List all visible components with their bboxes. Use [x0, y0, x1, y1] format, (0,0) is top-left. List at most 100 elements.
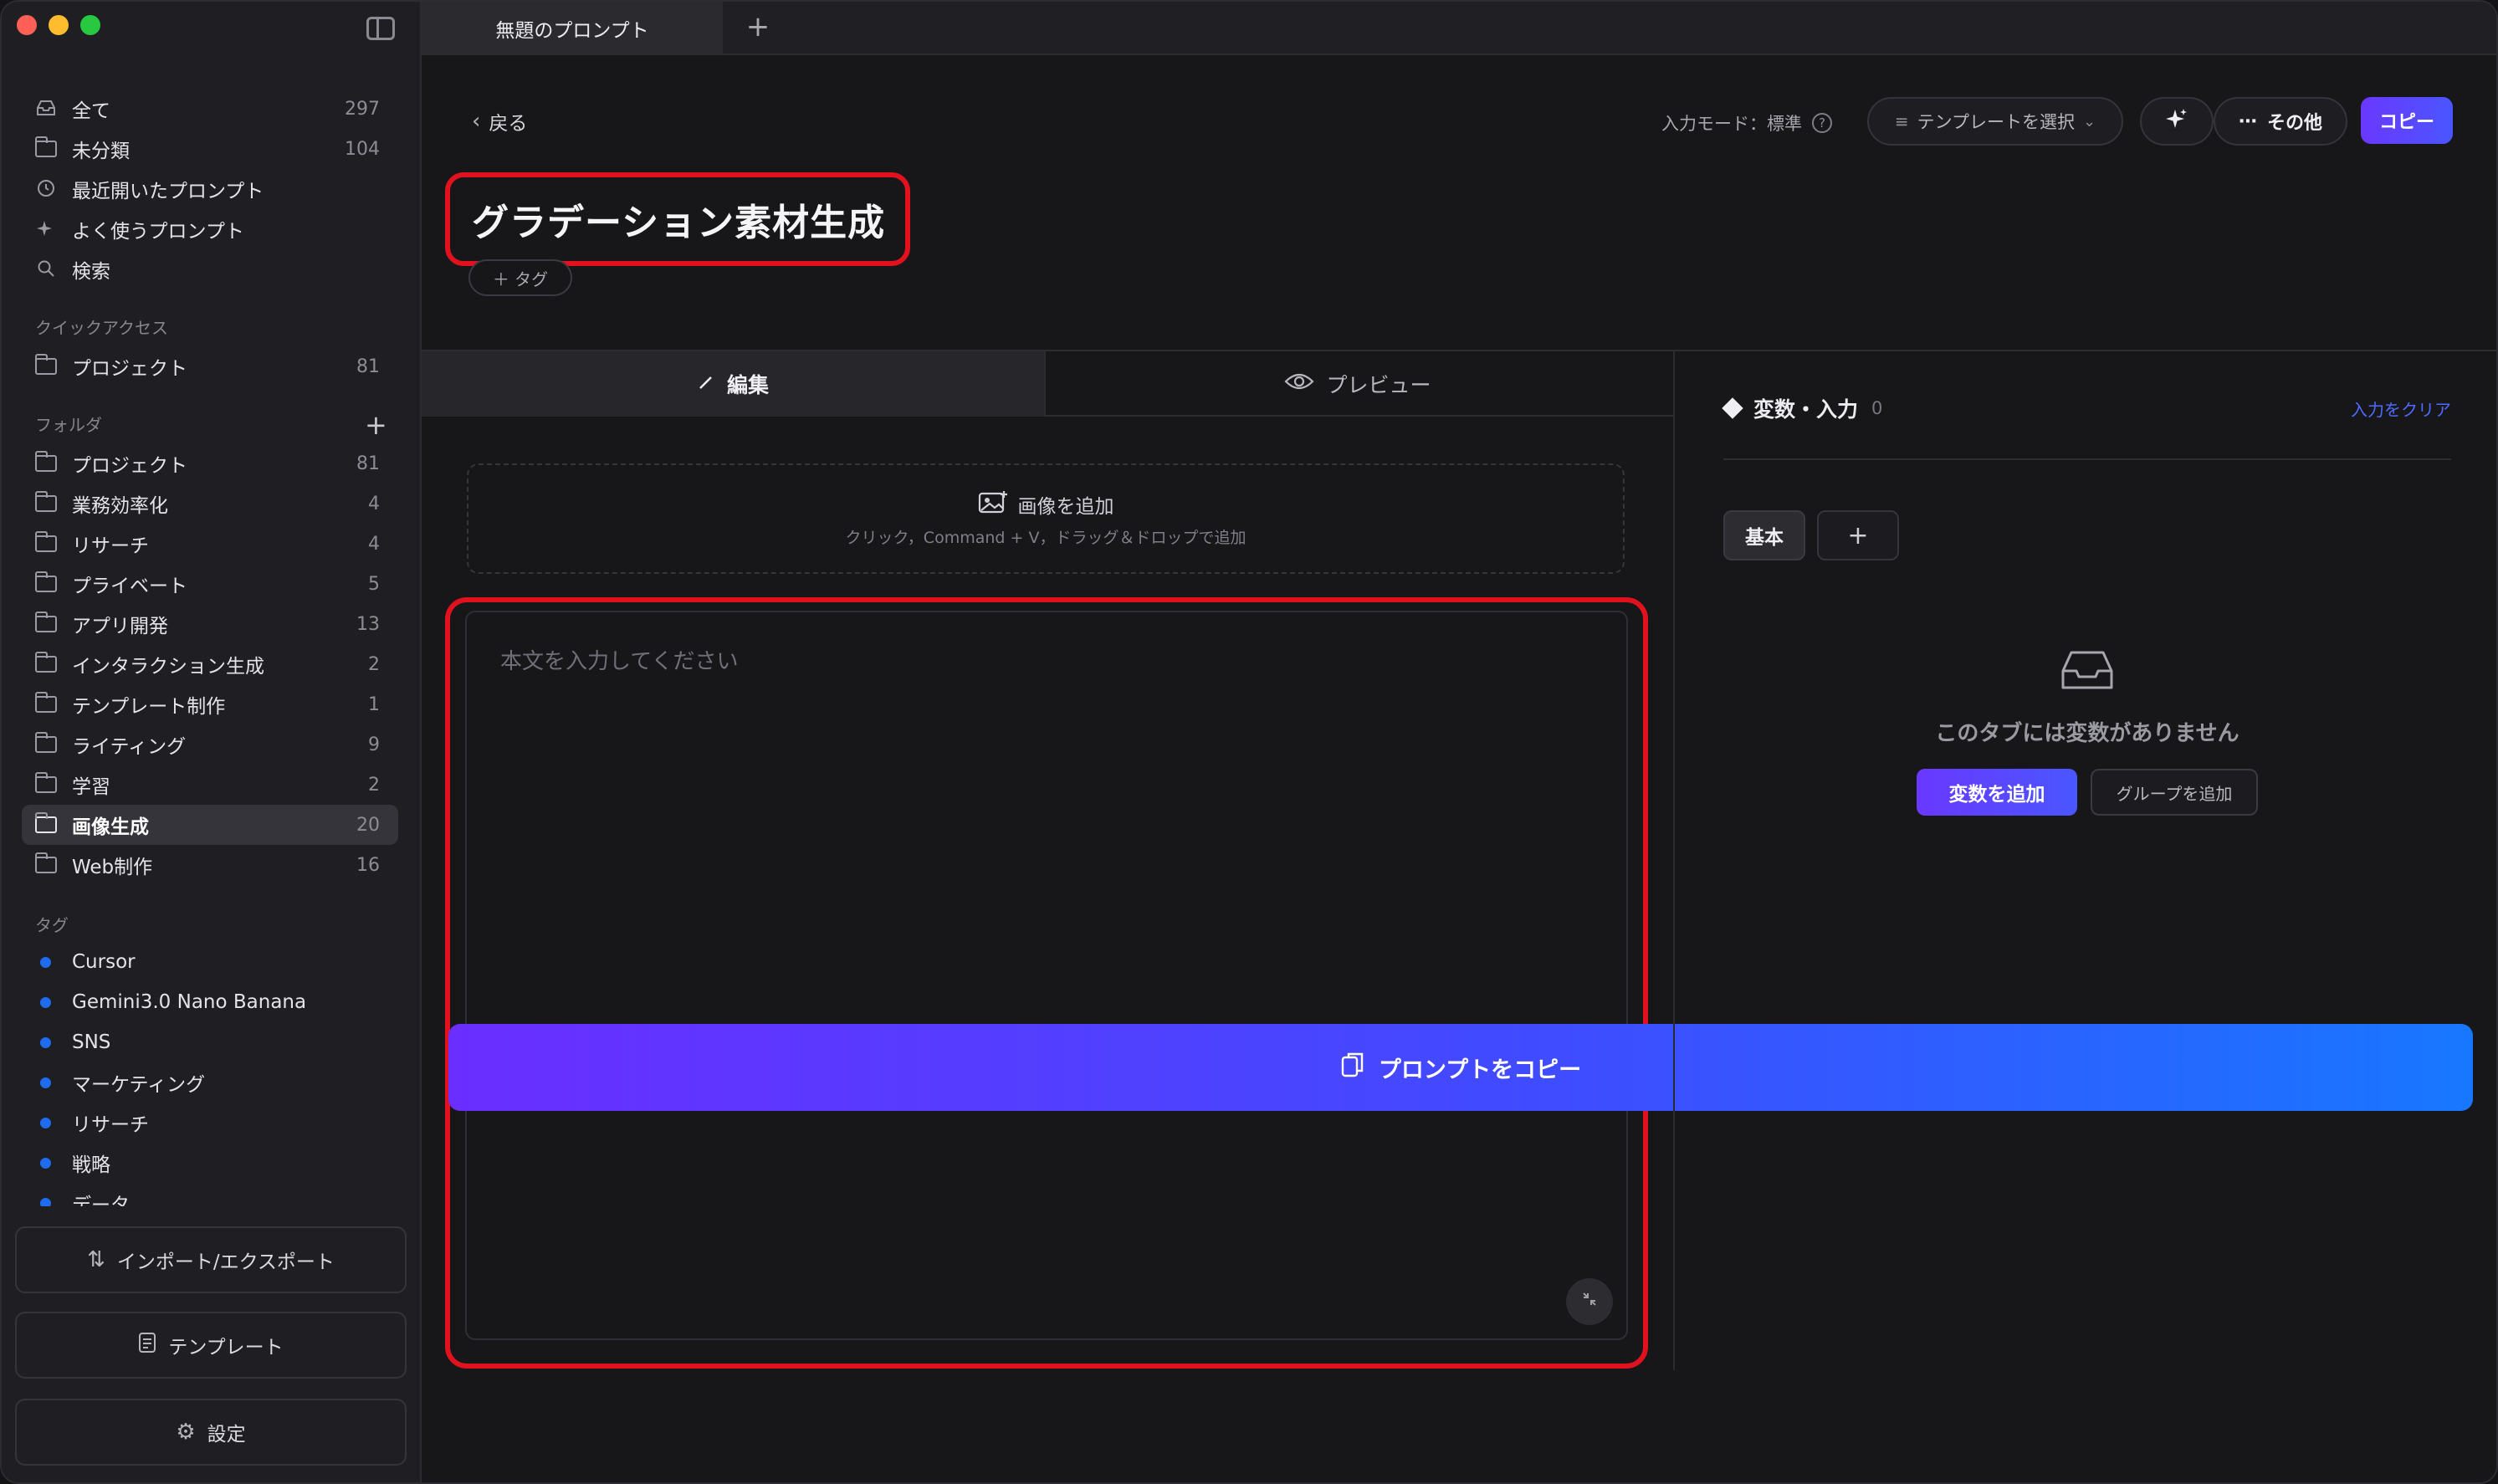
nav-label: 最近開いたプロンプト: [72, 181, 264, 202]
quick-access-heading: クイックアクセス: [35, 318, 168, 338]
folder-item[interactable]: インタラクション生成 2: [22, 644, 398, 684]
sidebar: 全て 297 未分類 104 最近開いたプロンプト よく使うプロンプト 検索 ク…: [2, 2, 422, 1482]
tag-label: マーケティング: [72, 1074, 206, 1096]
tag-label: SNS: [72, 1031, 111, 1053]
main-area: 無題のプロンプト + ‹ 戻る 入力モード：標準 ? ≡ テンプレートを選択 ⌄…: [422, 2, 2496, 1482]
add-variable-button[interactable]: 変数を追加: [1917, 769, 2077, 816]
clear-input-link[interactable]: 入力をクリア: [2351, 397, 2451, 421]
prompt-body-textarea[interactable]: 本文を入力してください: [465, 611, 1628, 1340]
folder-list: プロジェクト 81 業務効率化 4 リサーチ 4 プライベート 5 アプリ開発 13 イン…: [22, 443, 398, 885]
folder-item[interactable]: リサーチ 4: [22, 524, 398, 564]
folder-item[interactable]: 学習 2: [22, 765, 398, 805]
template-label: テンプレート: [168, 1337, 284, 1359]
more-label: その他: [2266, 113, 2322, 134]
tab-untitled-prompt[interactable]: 無題のプロンプト: [422, 2, 723, 55]
close-window-button[interactable]: [17, 15, 37, 35]
folder-count: 4: [368, 493, 380, 514]
folder-count: 5: [368, 573, 380, 595]
image-dropzone[interactable]: 画像を追加 クリック，Command + V，ドラッグ＆ドロップで追加: [467, 463, 1625, 574]
tag-item[interactable]: マーケティング: [22, 1062, 398, 1103]
collapse-editor-button[interactable]: [1566, 1278, 1613, 1325]
tag-item[interactable]: データ: [22, 1183, 398, 1206]
nav-item-search[interactable]: 検索: [22, 249, 398, 289]
tag-dot-icon: [40, 1118, 51, 1128]
tag-item[interactable]: Gemini3.0 Nano Banana: [22, 982, 398, 1022]
more-button[interactable]: ⋯ その他: [2214, 97, 2347, 146]
copy-icon: [1340, 1051, 1365, 1085]
tab-edit[interactable]: 編集: [422, 351, 1046, 417]
settings-button[interactable]: ⚙ 設定: [15, 1399, 407, 1466]
nav-item-all[interactable]: 全て 297: [22, 89, 398, 129]
nav-count: 297: [345, 98, 380, 120]
folder-label: テンプレート制作: [72, 696, 226, 718]
folder-item-active[interactable]: 画像生成 20: [22, 805, 398, 845]
nav-item-uncategorized[interactable]: 未分類 104: [22, 129, 398, 169]
window-controls: [17, 15, 100, 35]
folder-item[interactable]: テンプレート制作 1: [22, 684, 398, 724]
folder-item[interactable]: アプリ開発 13: [22, 604, 398, 644]
tab-preview-label: プレビュー: [1326, 373, 1431, 397]
folder-label: ライティング: [72, 736, 187, 758]
folder-icon: [35, 451, 57, 472]
folder-item[interactable]: プライベート 5: [22, 564, 398, 604]
minimize-window-button[interactable]: [49, 15, 69, 35]
tab-preview[interactable]: プレビュー: [1046, 351, 1670, 417]
folder-icon: [35, 652, 57, 673]
add-group-button[interactable]: グループを追加: [2091, 769, 2258, 816]
group-tab-basic[interactable]: 基本: [1723, 510, 1805, 560]
template-button[interactable]: テンプレート: [15, 1312, 407, 1379]
body-highlight: 本文を入力してください: [445, 597, 1648, 1369]
zoom-window-button[interactable]: [80, 15, 100, 35]
tag-item[interactable]: 戦略: [22, 1143, 398, 1183]
import-export-button[interactable]: ⇅ インポート/エクスポート: [15, 1226, 407, 1293]
settings-label: 設定: [207, 1424, 246, 1446]
folder-item[interactable]: Web制作 16: [22, 845, 398, 885]
nav-item-recent[interactable]: 最近開いたプロンプト: [22, 169, 398, 209]
input-mode-indicator[interactable]: 入力モード：標準 ?: [1661, 110, 1832, 136]
clock-icon: [35, 179, 57, 199]
tag-item[interactable]: Cursor: [22, 942, 398, 982]
back-button[interactable]: ‹ 戻る: [472, 107, 527, 136]
folder-icon: [35, 772, 57, 793]
variables-divider: [1723, 458, 2451, 460]
help-icon[interactable]: ?: [1812, 113, 1832, 133]
folder-label: 業務効率化: [72, 495, 168, 517]
folder-count: 13: [356, 613, 380, 635]
add-tag-button[interactable]: ＋ タグ: [468, 259, 572, 296]
folder-icon: [35, 812, 57, 833]
folder-icon: [35, 136, 57, 157]
tag-item[interactable]: リサーチ: [22, 1103, 398, 1143]
copy-button[interactable]: コピー: [2361, 97, 2453, 144]
template-select[interactable]: ≡ テンプレートを選択 ⌄: [1867, 97, 2123, 146]
tab-edit-label: 編集: [726, 373, 769, 397]
nav-count: 104: [345, 138, 380, 160]
add-group-tab-button[interactable]: +: [1817, 510, 1899, 560]
folder-count: 20: [356, 814, 380, 836]
quick-access-item[interactable]: プロジェクト 81: [22, 346, 398, 386]
pencil-icon: [697, 372, 715, 397]
main-nav: 全て 297 未分類 104 最近開いたプロンプト よく使うプロンプト 検索: [22, 89, 398, 289]
folder-icon: [35, 531, 57, 552]
ai-sparkle-button[interactable]: [2140, 97, 2214, 146]
folder-label: プロジェクト: [72, 455, 187, 477]
sidebar-toggle-icon[interactable]: [366, 17, 395, 40]
tags-heading: タグ: [35, 915, 69, 935]
folder-item[interactable]: 業務効率化 4: [22, 484, 398, 524]
eye-icon: [1284, 371, 1315, 397]
nav-item-frequent[interactable]: よく使うプロンプト: [22, 209, 398, 249]
folder-item[interactable]: ライティング 9: [22, 724, 398, 765]
folder-count: 2: [368, 653, 380, 675]
folders-heading: フォルダ: [35, 415, 102, 435]
tag-item[interactable]: SNS: [22, 1022, 398, 1062]
tag-label: リサーチ: [72, 1114, 149, 1136]
tag-dot-icon: [40, 1077, 51, 1088]
prompt-title[interactable]: グラデーション素材生成: [472, 192, 885, 246]
folder-label: インタラクション生成: [72, 656, 264, 678]
add-folder-button[interactable]: +: [365, 412, 387, 438]
folder-item[interactable]: プロジェクト 81: [22, 443, 398, 484]
new-tab-button[interactable]: +: [740, 8, 776, 45]
tag-dot-icon: [40, 1198, 51, 1206]
add-image-label: 画像を追加: [1017, 495, 1114, 518]
folder-count: 2: [368, 774, 380, 796]
nav-label: よく使うプロンプト: [72, 221, 244, 243]
